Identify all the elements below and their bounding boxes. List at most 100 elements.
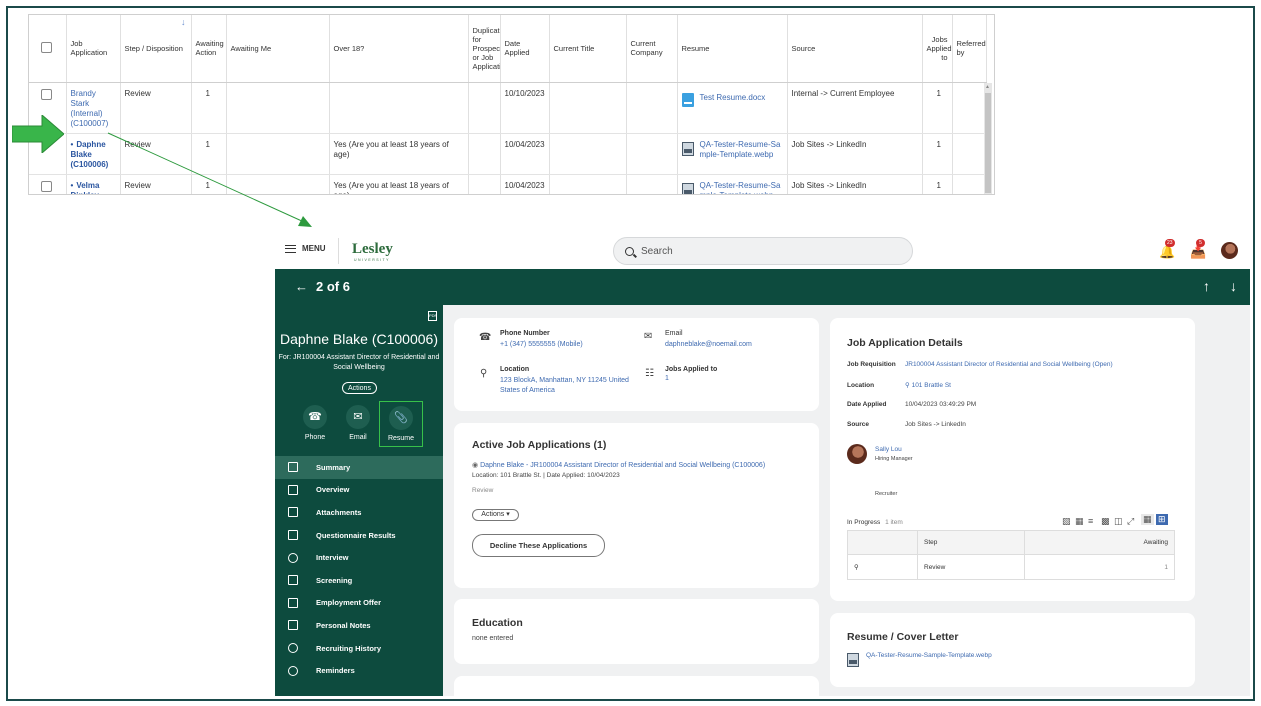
sidebar-item-questionnaire-results[interactable]: Questionnaire Results	[275, 524, 443, 547]
sidebar-item-attachments[interactable]: Attachments	[275, 501, 443, 524]
fullscreen-icon[interactable]: ⤢	[1127, 516, 1134, 527]
sidebar-item-reminders[interactable]: Reminders	[275, 659, 443, 682]
sidebar-item-summary[interactable]: Summary	[275, 456, 443, 479]
select-all-cell[interactable]	[29, 15, 67, 83]
applicant-link[interactable]: Velma Dinkley (C100005)	[71, 181, 109, 195]
actions-button[interactable]: Actions	[342, 382, 377, 394]
current-company-cell	[626, 133, 678, 175]
scroll-thumb[interactable]	[985, 93, 991, 193]
row-search-cell[interactable]: ⚲	[848, 555, 918, 579]
current-title-cell	[549, 82, 627, 134]
back-arrow-icon[interactable]: ←	[295, 279, 308, 294]
header-awaiting[interactable]: Awaiting	[1025, 539, 1174, 546]
table-row[interactable]: Velma Dinkley (C100005) Review 1 Yes (Ar…	[29, 174, 987, 195]
sidebar-item-overview[interactable]: Overview	[275, 479, 443, 502]
lesley-logo[interactable]: Lesley	[352, 241, 393, 258]
jobs-applied-cell[interactable]: 1	[922, 174, 953, 194]
sidebar-item-personal-notes[interactable]: Personal Notes	[275, 614, 443, 637]
search-icon	[625, 246, 634, 256]
resume-link[interactable]: QA-Tester-Resume-Sample-Template.webp	[700, 140, 783, 160]
phone-value[interactable]: +1 (347) 5555555 (Mobile)	[500, 340, 583, 350]
sidebar-item-recruiting-history[interactable]: Recruiting History	[275, 637, 443, 660]
education-title: Education	[472, 617, 523, 629]
jobs-applied-cell[interactable]: 1	[922, 82, 953, 134]
chart-icon[interactable]: ▩	[1101, 516, 1110, 527]
table-row[interactable]: Brandy Stark (Internal) (C100007) Review…	[29, 82, 987, 134]
col-awaiting-action[interactable]: Awaiting Action	[191, 15, 227, 83]
export-excel-icon[interactable]: ▧	[1062, 516, 1071, 527]
col-current-title[interactable]: Current Title	[549, 15, 627, 83]
search-input[interactable]: Search	[613, 237, 913, 265]
sidebar-item-interview[interactable]: Interview	[275, 546, 443, 569]
awaiting-action-cell[interactable]: 1	[191, 82, 227, 134]
col-jobs-applied-to[interactable]: Jobs Applied to	[922, 15, 953, 83]
resume-file-link[interactable]: QA-Tester-Resume-Sample-Template.webp	[866, 651, 992, 661]
decline-applications-button[interactable]: Decline These Applications	[472, 534, 605, 557]
table-row[interactable]: Daphne Blake (C100006) Review 1 Yes (Are…	[29, 133, 987, 175]
resume-action[interactable]: 📎 Resume	[379, 401, 423, 447]
grid-view-icon[interactable]: ▦	[1141, 514, 1154, 525]
application-status: Review	[472, 487, 494, 494]
col-resume[interactable]: Resume	[677, 15, 788, 83]
applicant-link[interactable]: Daphne Blake (C100006)	[71, 140, 109, 169]
col-referred-by[interactable]: Referred by	[952, 15, 987, 83]
filter-icon[interactable]: ≡	[1088, 516, 1093, 526]
col-current-company[interactable]: Current Company	[626, 15, 678, 83]
magnifier-icon[interactable]: ⚲	[854, 563, 859, 571]
location-link-text[interactable]: 101 Brattle St	[912, 382, 951, 389]
sidebar-item-screening[interactable]: Screening	[275, 569, 443, 592]
sort-indicator[interactable]: ↓	[181, 17, 186, 27]
location-value[interactable]: 123 BlockA, Manhattan, NY 11245 United S…	[500, 376, 640, 396]
actions-dropdown[interactable]: Actions ▾	[472, 509, 519, 521]
table-view-icon[interactable]: ⊞	[1156, 514, 1168, 525]
row-checkbox[interactable]	[41, 180, 52, 192]
jobs-applied-cell[interactable]: 1	[922, 133, 953, 175]
awaiting-action-cell[interactable]: 1	[191, 174, 227, 194]
applicant-link[interactable]: Brandy Stark (Internal) (C100007)	[71, 89, 109, 128]
col-awaiting-me[interactable]: Awaiting Me	[226, 15, 330, 83]
jobs-applied-label: Jobs Applied to	[665, 366, 718, 373]
application-link-text[interactable]: Daphne Blake - JR100004 Assistant Direct…	[480, 462, 765, 469]
awaiting-action-cell[interactable]: 1	[191, 133, 227, 175]
row-checkbox[interactable]	[41, 88, 52, 100]
phone-action[interactable]: ☎ Phone	[293, 401, 337, 447]
sidebar-nav: Summary Overview Attachments Questionnai…	[275, 456, 443, 682]
table-header-row: Step Awaiting	[848, 531, 1174, 555]
pdf-export-icon[interactable]: PDF	[428, 311, 437, 321]
docx-file-icon	[681, 92, 694, 107]
hiring-manager-name[interactable]: Sally Lou	[875, 445, 913, 455]
col-duplicate[interactable]: Duplicate for Prospect or Job Applicati	[468, 15, 501, 83]
col-over-18[interactable]: Over 18?	[329, 15, 469, 83]
previous-arrow-icon[interactable]: ↑	[1203, 278, 1210, 294]
hamburger-icon	[285, 244, 296, 253]
header-step[interactable]: Step	[918, 531, 1025, 554]
application-link[interactable]: ◉ Daphne Blake - JR100004 Assistant Dire…	[472, 461, 812, 471]
inbox-button[interactable]: 📥 5	[1190, 239, 1206, 260]
email-action[interactable]: ✉ Email	[336, 401, 380, 447]
table-row[interactable]: ⚲ Review 1	[848, 555, 1174, 579]
location-link[interactable]: ⚲ 101 Brattle St	[905, 382, 951, 389]
pager-text: 2 of 6	[316, 279, 350, 294]
sidebar-item-employment-offer[interactable]: Employment Offer	[275, 592, 443, 615]
select-all-checkbox[interactable]	[41, 41, 52, 53]
col-job-application[interactable]: Job Application	[66, 15, 121, 83]
candidate-profile-screen: MENU Lesley UNIVERSITY Search 🔔 23 📥 5 ←…	[275, 232, 1250, 696]
sidebar-item-label: Reminders	[316, 666, 355, 676]
resume-link[interactable]: QA-Tester-Resume-Sample-Template.webp	[700, 181, 783, 195]
email-icon: ✉	[644, 331, 653, 342]
col-source[interactable]: Source	[787, 15, 923, 83]
screening-icon	[288, 575, 298, 586]
job-requisition-link[interactable]: JR100004 Assistant Director of Residenti…	[905, 361, 1113, 368]
next-arrow-icon[interactable]: ↓	[1230, 278, 1237, 294]
export-pdf-icon[interactable]: ▦	[1075, 516, 1084, 527]
column-icon[interactable]: ◫	[1114, 516, 1123, 527]
resume-link[interactable]: Test Resume.docx	[700, 93, 766, 103]
grid-scrollbar[interactable]	[984, 83, 992, 194]
menu-button[interactable]: MENU	[285, 244, 326, 253]
jobs-applied-value[interactable]: 1	[665, 374, 717, 384]
email-value[interactable]: daphneblake@noemail.com	[665, 340, 752, 350]
col-date-applied[interactable]: Date Applied	[500, 15, 550, 83]
user-avatar[interactable]	[1221, 242, 1238, 259]
notifications-button[interactable]: 🔔 23	[1159, 239, 1175, 260]
hiring-manager-avatar[interactable]	[847, 444, 867, 464]
